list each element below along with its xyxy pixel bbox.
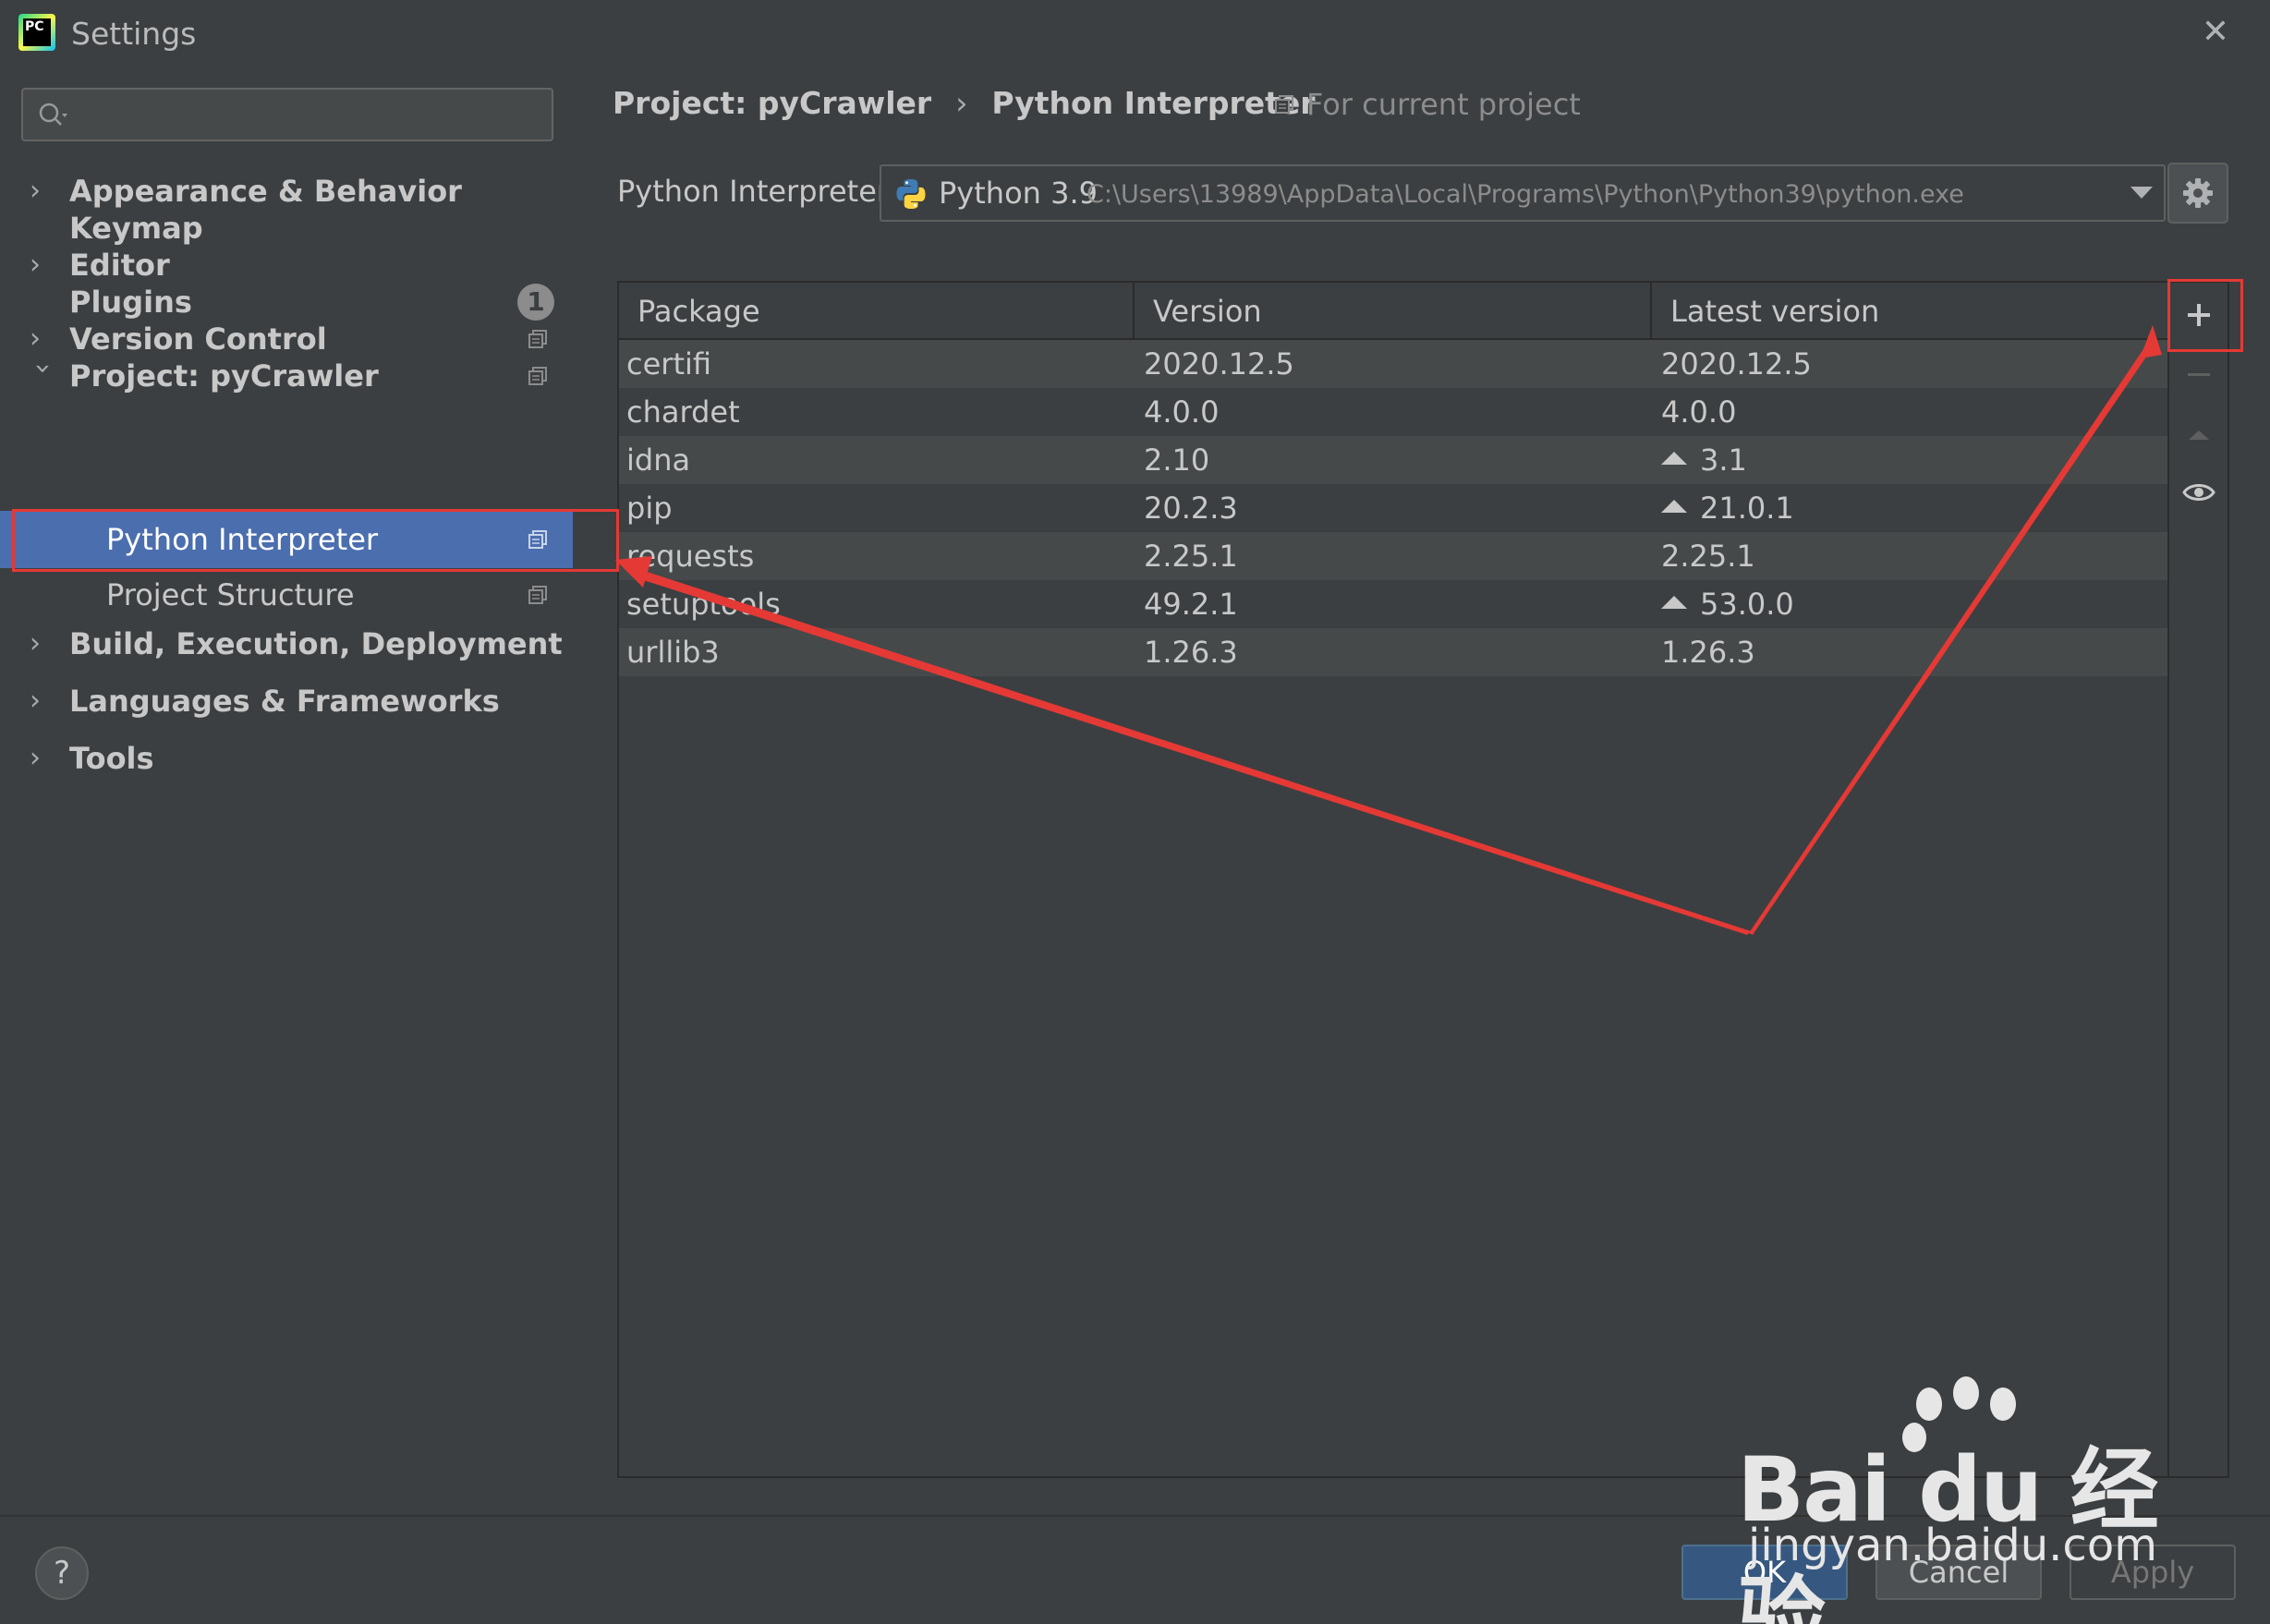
- table-row[interactable]: setuptools 49.2.1 53.0.0: [619, 580, 2167, 628]
- package-latest: 1.26.3: [1661, 635, 1755, 670]
- interpreter-label: Python Interpreter:: [617, 174, 899, 209]
- cancel-button[interactable]: Cancel: [1875, 1545, 2042, 1600]
- chevron-right-icon: ›: [30, 742, 41, 774]
- gear-icon: [2183, 178, 2213, 208]
- upgrade-icon: [2188, 430, 2209, 440]
- project-scope-icon: [528, 330, 547, 348]
- pycharm-logo-icon: PC: [18, 14, 55, 51]
- dialog-footer: ? OK Cancel Apply: [0, 1515, 2270, 1624]
- interpreter-select[interactable]: Python 3.9 C:\Users\13989\AppData\Local\…: [880, 164, 2166, 222]
- eye-icon: [2181, 484, 2215, 501]
- column-header-latest-version[interactable]: Latest version: [1652, 283, 2167, 340]
- package-latest: 2020.12.5: [1661, 346, 1812, 382]
- upgrade-available-icon: [1661, 500, 1687, 513]
- close-icon[interactable]: ✕: [2197, 14, 2234, 51]
- sidebar-item-project-pycrawler[interactable]: › Project: pyCrawler: [0, 349, 573, 403]
- table-header: Package Version Latest version: [619, 283, 2167, 340]
- package-version: 4.0.0: [1144, 394, 1220, 430]
- dropdown-arrow-icon: [2130, 187, 2153, 199]
- packages-table-body: Package Version Latest version certifi 2…: [619, 283, 2167, 1476]
- package-name: idna: [626, 442, 691, 478]
- uninstall-package-button[interactable]: [2169, 347, 2228, 403]
- package-version: 2.25.1: [1144, 539, 1238, 574]
- packages-table: Package Version Latest version certifi 2…: [617, 281, 2229, 1478]
- chevron-right-icon: ›: [30, 322, 41, 355]
- sidebar-item-project-structure[interactable]: Project Structure: [0, 568, 573, 622]
- help-button[interactable]: ?: [35, 1546, 89, 1600]
- search-icon: [39, 103, 67, 126]
- upgrade-available-icon: [1661, 452, 1687, 465]
- package-name: requests: [626, 539, 755, 574]
- settings-search-input[interactable]: [21, 88, 553, 141]
- package-latest-upgradable: 21.0.1: [1661, 484, 1794, 532]
- title-bar: PC Settings ✕: [0, 0, 2270, 65]
- column-header-version[interactable]: Version: [1135, 283, 1652, 340]
- sidebar-item-languages-frameworks[interactable]: › Languages & Frameworks: [0, 674, 573, 728]
- package-name: chardet: [626, 394, 740, 430]
- package-latest: 2.25.1: [1661, 539, 1755, 574]
- annotation-highlight-plus-button: [2167, 279, 2243, 352]
- sidebar-item-tools[interactable]: › Tools: [0, 732, 573, 785]
- chevron-right-icon: ›: [30, 685, 41, 717]
- packages-toolbar: [2167, 283, 2228, 1476]
- table-row[interactable]: chardet 4.0.0 4.0.0: [619, 388, 2167, 436]
- breadcrumb-item-project[interactable]: Project: pyCrawler: [613, 85, 931, 121]
- ok-button[interactable]: OK: [1681, 1545, 1848, 1600]
- package-name: pip: [626, 491, 673, 526]
- project-scope-icon: [528, 586, 547, 604]
- chevron-right-icon: ›: [30, 175, 41, 207]
- package-latest: 4.0.0: [1661, 394, 1737, 430]
- for-current-project-label: For current project: [1306, 87, 1581, 122]
- settings-content-panel: Project: pyCrawler › Python Interpreter …: [573, 65, 2270, 1515]
- upgrade-package-button[interactable]: [2169, 407, 2228, 463]
- show-early-releases-button[interactable]: [2169, 465, 2228, 520]
- table-row[interactable]: certifi 2020.12.5 2020.12.5: [619, 340, 2167, 388]
- package-version: 1.26.3: [1144, 635, 1238, 670]
- interpreter-name: Python 3.9: [939, 176, 1098, 211]
- python-logo-icon: [896, 179, 926, 209]
- package-version: 49.2.1: [1144, 587, 1238, 622]
- sidebar-item-build-execution-deployment[interactable]: › Build, Execution, Deployment: [0, 617, 573, 671]
- window-title: Settings: [71, 16, 197, 52]
- minus-icon: [2187, 373, 2210, 376]
- package-name: urllib3: [626, 635, 720, 670]
- breadcrumb-item-python-interpreter: Python Interpreter: [991, 85, 1316, 121]
- package-version: 2.10: [1144, 442, 1210, 478]
- annotation-highlight-python-interpreter: [12, 509, 619, 572]
- package-version: 20.2.3: [1144, 491, 1238, 526]
- chevron-down-icon: ›: [27, 363, 59, 374]
- package-name: certifi: [626, 346, 712, 382]
- package-latest-upgradable: 53.0.0: [1661, 580, 1794, 628]
- interpreter-settings-button[interactable]: [2167, 163, 2228, 224]
- scope-note: For current project: [1273, 87, 1581, 122]
- table-row[interactable]: idna 2.10 3.1: [619, 436, 2167, 484]
- package-latest-upgradable: 3.1: [1661, 436, 1747, 484]
- project-scope-icon: [528, 367, 547, 385]
- package-version: 2020.12.5: [1144, 346, 1294, 382]
- settings-sidebar: › Appearance & Behavior Keymap › Editor …: [0, 65, 573, 1515]
- interpreter-path: C:\Users\13989\AppData\Local\Programs\Py…: [1086, 180, 1964, 209]
- chevron-right-icon: ›: [30, 248, 41, 281]
- column-header-package[interactable]: Package: [619, 283, 1135, 340]
- table-row[interactable]: urllib3 1.26.3 1.26.3: [619, 628, 2167, 676]
- breadcrumb-separator: ›: [955, 85, 968, 121]
- chevron-right-icon: ›: [30, 627, 41, 660]
- apply-button[interactable]: Apply: [2070, 1545, 2236, 1600]
- upgrade-available-icon: [1661, 596, 1687, 609]
- package-name: setuptools: [626, 587, 781, 622]
- breadcrumb: Project: pyCrawler › Python Interpreter: [613, 85, 1316, 121]
- table-row[interactable]: requests 2.25.1 2.25.1: [619, 532, 2167, 580]
- table-row[interactable]: pip 20.2.3 21.0.1: [619, 484, 2167, 532]
- project-scope-icon: [1275, 95, 1293, 114]
